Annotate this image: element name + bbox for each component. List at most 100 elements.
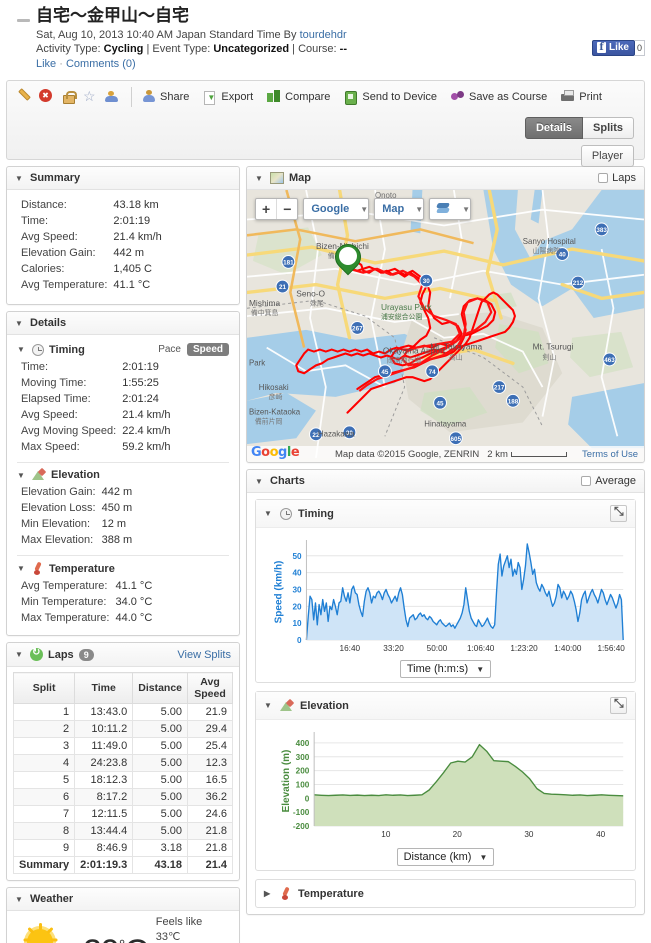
y-axis-title: Speed (km/h): [273, 561, 284, 624]
speed-toggle[interactable]: Speed: [186, 343, 229, 356]
map-viewport[interactable]: 181 21 267 30 212 40 45 74 217 45 463 188 605 22 30 383…: [247, 190, 644, 462]
laps-panel-header[interactable]: ▼ Laps 9 View Splits: [7, 643, 239, 667]
activity-datetime-text: Sat, Aug 10, 2013 10:40 AM Japan Standar…: [36, 29, 300, 41]
speed-chart[interactable]: 0 10 20 30 40 50 Speed (km/h) 16:40 33:20 50:00 1:…: [262, 534, 629, 656]
group-icon[interactable]: [105, 90, 119, 104]
elevation-subsection-header[interactable]: ▼ Elevation: [17, 465, 229, 485]
chevron-right-icon[interactable]: ▶: [264, 889, 274, 898]
course-label: | Course:: [289, 43, 340, 55]
details-panel-header[interactable]: ▼ Details: [7, 312, 239, 335]
zoom-out-button[interactable]: −: [276, 199, 297, 219]
table-row[interactable]: 8 13:44.4 5.00 21.8: [12, 822, 233, 840]
table-row[interactable]: 6 8:17.2 5.00 36.2: [12, 788, 233, 806]
table-row[interactable]: 7 12:11.5 5.00 24.6: [12, 805, 233, 823]
facebook-like-widget[interactable]: f Like 0: [591, 40, 645, 56]
chevron-down-icon[interactable]: ▼: [255, 174, 265, 183]
chevron-down-icon[interactable]: ▼: [479, 853, 487, 862]
view-splits-link[interactable]: View Splits: [177, 649, 231, 661]
player-button[interactable]: Player: [580, 145, 634, 167]
send-to-device-button[interactable]: Send to Device: [344, 90, 437, 105]
map-canvas[interactable]: 1812126730 2124045 742174546318860522 30383…: [247, 190, 644, 458]
y-axis-title: Elevation (m): [281, 750, 292, 813]
map-layers-select[interactable]: ▼: [429, 198, 472, 220]
compare-button[interactable]: Compare: [267, 90, 330, 104]
share-button[interactable]: Share: [142, 90, 189, 104]
chevron-down-icon[interactable]: ▼: [264, 701, 274, 710]
timing-value: 21.4 km/h: [122, 409, 171, 421]
chevron-down-icon[interactable]: ▼: [17, 564, 27, 573]
export-button[interactable]: Export: [203, 90, 253, 105]
collapse-handle-icon[interactable]: [16, 12, 32, 28]
col-split[interactable]: Split: [12, 672, 76, 704]
zoom-in-button[interactable]: +: [256, 199, 276, 219]
chevron-down-icon[interactable]: ▼: [15, 895, 25, 904]
average-checkbox[interactable]: [581, 476, 592, 486]
timing-row: Time: 2:01:19: [21, 360, 171, 376]
chevron-down-icon[interactable]: ▼: [15, 650, 25, 659]
laps-checkbox[interactable]: [598, 173, 609, 183]
elevation-chart[interactable]: -200 -100 0 100 200 300 400 Elevation (m) 10 20 30…: [262, 726, 629, 844]
map-label: 浦安総合公園: [381, 312, 422, 321]
chevron-down-icon[interactable]: ▼: [15, 319, 25, 328]
privacy-lock-icon[interactable]: [61, 90, 77, 104]
table-row[interactable]: 2 10:11.2 5.00 29.4: [12, 720, 233, 738]
summary-row: Avg Speed: 21.4 km/h: [21, 230, 162, 246]
table-row[interactable]: 1 13:43.0 5.00 21.9: [12, 703, 233, 721]
comments-link[interactable]: Comments (0): [66, 58, 136, 70]
chevron-down-icon[interactable]: ▼: [476, 665, 484, 674]
elevation-xaxis-select[interactable]: Distance (km) ▼: [396, 848, 495, 866]
map-panel-header[interactable]: ▼ Map Laps: [247, 167, 644, 190]
timing-chart-header[interactable]: ▼ Timing: [256, 500, 635, 528]
map-provider-select[interactable]: Google ▼: [303, 198, 370, 220]
timing-subsection-header[interactable]: ▼ Timing Pace Speed: [17, 339, 229, 360]
x-tick-label: 33:20: [383, 643, 404, 653]
table-row[interactable]: 3 11:49.0 5.00 25.4: [12, 737, 233, 755]
terms-of-use-link[interactable]: Terms of Use: [582, 449, 638, 460]
delete-icon[interactable]: [39, 89, 53, 104]
temperature-chart-header[interactable]: ▶ Temperature: [256, 880, 635, 907]
pace-toggle[interactable]: Pace: [158, 344, 181, 355]
table-row[interactable]: 5 18:12.3 5.00 16.5: [12, 771, 233, 789]
tab-details[interactable]: Details: [524, 117, 584, 139]
start-marker[interactable]: [329, 238, 367, 278]
cell-distance: 5.00: [132, 737, 189, 755]
zoom-control[interactable]: + −: [255, 198, 299, 220]
edit-icon[interactable]: [17, 90, 31, 104]
chevron-down-icon[interactable]: ▼: [255, 477, 265, 486]
author-link[interactable]: tourdehdr: [300, 29, 347, 41]
expand-elevation-chart-button[interactable]: [610, 696, 627, 714]
charts-panel-header[interactable]: ▼ Charts Average: [247, 470, 644, 493]
tab-splits[interactable]: Splits: [583, 117, 634, 139]
favorite-star-icon[interactable]: [83, 88, 97, 105]
summary-panel-header[interactable]: ▼ Summary: [7, 167, 239, 190]
chevron-down-icon[interactable]: ▼: [264, 509, 274, 518]
temperature-subsection-header[interactable]: ▼ Temperature: [17, 558, 229, 579]
timing-xaxis-select[interactable]: Time (h:m:s) ▼: [399, 660, 492, 678]
chevron-down-icon[interactable]: ▼: [17, 471, 27, 480]
activity-detail-page: 自宅～金甲山～自宅 Sat, Aug 10, 2013 10:40 AM Jap…: [0, 0, 651, 943]
table-row[interactable]: 4 24:23.8 5.00 12.3: [12, 754, 233, 772]
map-type-select[interactable]: Map ▼: [374, 198, 425, 220]
like-link[interactable]: Like: [36, 58, 56, 70]
map-label: Hazakawa: [318, 429, 355, 438]
facebook-like-button[interactable]: f Like: [591, 40, 635, 56]
map-label: Bizen-Kataoka: [249, 408, 301, 417]
chevron-down-icon[interactable]: ▼: [411, 205, 423, 214]
chevron-down-icon[interactable]: ▼: [17, 345, 27, 354]
print-button[interactable]: Print: [561, 90, 602, 104]
map-route-shield: 181: [281, 255, 296, 269]
chevron-down-icon[interactable]: ▼: [15, 174, 25, 183]
elevation-chart-header[interactable]: ▼ Elevation: [256, 692, 635, 720]
col-distance[interactable]: Distance: [132, 672, 189, 704]
temperature-title: Temperature: [49, 562, 115, 575]
col-time[interactable]: Time: [74, 672, 134, 704]
table-row[interactable]: 9 8:46.9 3.18 21.8: [12, 839, 233, 857]
cell-split: 5: [12, 771, 76, 789]
chevron-down-icon[interactable]: ▼: [356, 205, 368, 214]
chevron-down-icon[interactable]: ▼: [458, 205, 470, 214]
save-as-course-button[interactable]: Save as Course: [451, 90, 547, 104]
col-avg-speed[interactable]: Avg Speed: [187, 672, 233, 704]
expand-timing-chart-button[interactable]: [610, 504, 627, 522]
map-label: 備中箕島: [251, 308, 279, 317]
weather-panel-header[interactable]: ▼ Weather: [7, 888, 239, 911]
